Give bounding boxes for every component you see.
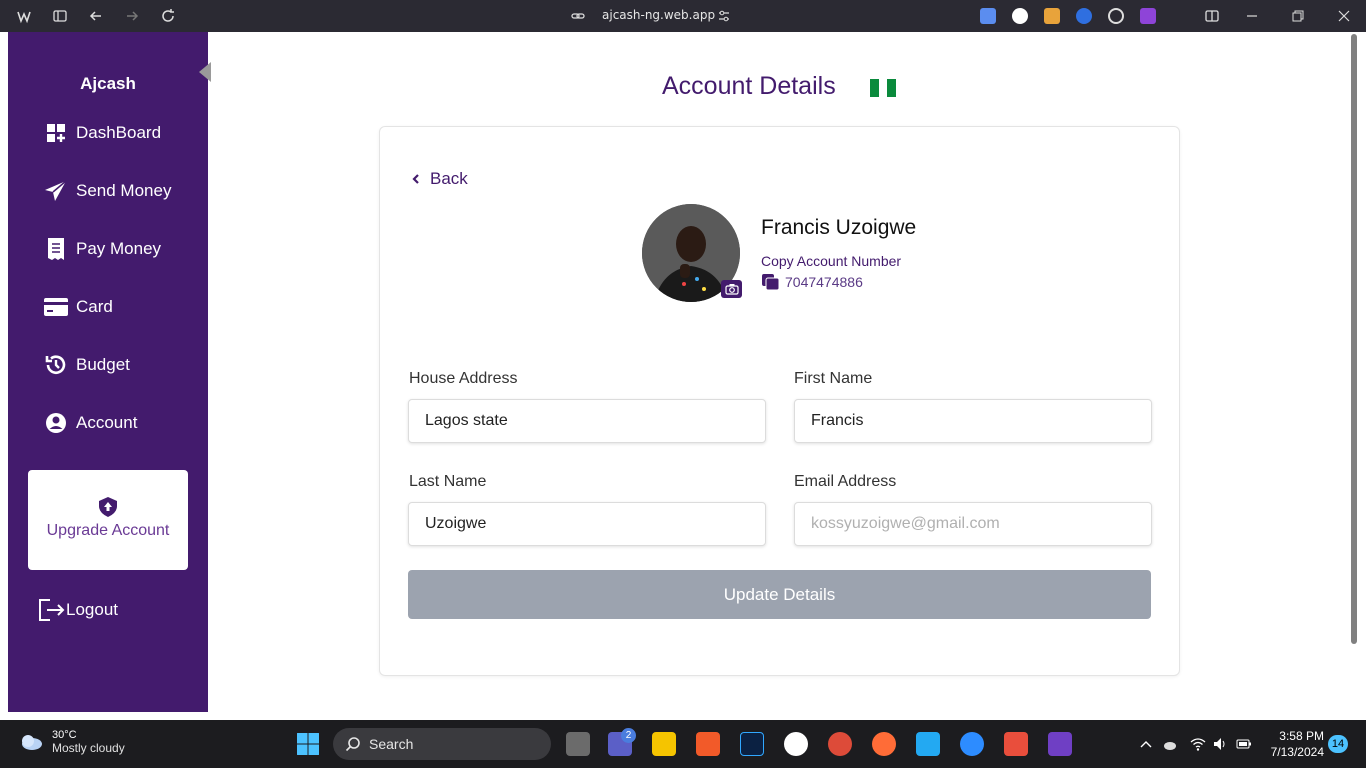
shield-upgrade-icon (99, 497, 117, 517)
cloud-icon (22, 735, 42, 750)
last-name-field[interactable] (408, 502, 766, 546)
vscode-icon[interactable] (916, 732, 940, 756)
minimize-icon[interactable] (1244, 8, 1260, 24)
sidebar-item-label: Card (76, 297, 113, 316)
copy-icon[interactable] (761, 273, 781, 291)
extension-doc-icon[interactable] (980, 8, 996, 24)
browser-logo-icon[interactable] (16, 8, 32, 24)
split-view-icon[interactable] (1204, 8, 1220, 24)
sidebar-item-account[interactable]: Account (44, 408, 137, 438)
account-number-value: 7047474886 (785, 274, 863, 290)
mongodb-icon[interactable] (784, 732, 808, 756)
last-name-label: Last Name (409, 473, 487, 490)
dashboard-icon (44, 121, 68, 145)
back-link[interactable]: Back (410, 169, 468, 189)
email-address-label: Email Address (794, 473, 897, 490)
upgrade-account-label: Upgrade Account (46, 522, 170, 539)
nigeria-flag-icon (870, 79, 897, 97)
house-address-field[interactable] (408, 399, 766, 443)
sidebar-toggle-icon[interactable] (52, 8, 68, 24)
brave-icon[interactable] (696, 732, 720, 756)
chrome-icon[interactable] (828, 732, 852, 756)
date: 7/13/2024 (1270, 745, 1324, 759)
search-label: Search (369, 736, 414, 752)
close-icon[interactable] (1336, 8, 1352, 24)
zoom-icon[interactable] (960, 732, 984, 756)
extension-target-icon[interactable] (1108, 8, 1124, 24)
back-label: Back (430, 169, 468, 188)
sidebar-item-label: Send Money (76, 181, 172, 200)
photoshop-icon[interactable] (740, 732, 764, 756)
history-icon (44, 353, 68, 377)
extension-purple-icon[interactable] (1140, 8, 1156, 24)
user-circle-icon (44, 411, 68, 435)
address-bar[interactable]: ajcash-ng.web.app (602, 8, 715, 22)
extension-blue-icon[interactable] (1076, 8, 1092, 24)
taskbar: 30°C Mostly cloudy Search 2 3:58 PM 7/13… (0, 720, 1366, 768)
page-title: Account Details (662, 72, 836, 100)
profile-name: Francis Uzoigwe (761, 216, 917, 239)
link-icon (571, 13, 585, 19)
task-view-icon[interactable] (566, 732, 590, 756)
email-field[interactable] (794, 502, 1152, 546)
update-details-button[interactable]: Update Details (408, 570, 1151, 619)
browser-toolbar: ajcash-ng.web.app (0, 0, 1366, 32)
temperature: 30°C (52, 729, 77, 741)
sidebar-item-label: DashBoard (76, 123, 162, 142)
notification-badge[interactable]: 14 (1328, 735, 1348, 753)
chevron-left-icon (412, 174, 419, 184)
extension-drive-icon[interactable] (1044, 8, 1060, 24)
sidebar-item-send-money[interactable]: Send Money (44, 176, 171, 206)
page-scrollbar[interactable] (1350, 32, 1358, 712)
onedrive-icon[interactable] (1162, 736, 1178, 752)
credit-card-icon (44, 295, 68, 319)
chevron-up-icon[interactable] (1138, 736, 1154, 752)
account-number: 7047474886 (761, 273, 863, 291)
battery-icon[interactable] (1236, 736, 1252, 752)
logout-label: Logout (66, 600, 118, 619)
copy-account-number-link[interactable]: Copy Account Number (761, 253, 901, 269)
sidebar-item-pay-money[interactable]: Pay Money (44, 234, 161, 264)
sidebar-item-label: Budget (76, 355, 130, 374)
paper-plane-icon (44, 179, 68, 203)
postman-icon[interactable] (872, 732, 896, 756)
time: 3:58 PM (1279, 729, 1324, 743)
search-icon (345, 737, 360, 752)
collapse-sidebar-icon[interactable] (199, 62, 211, 82)
volume-icon[interactable] (1212, 736, 1228, 752)
windows-start-icon[interactable] (296, 732, 320, 756)
back-arrow-icon[interactable] (88, 8, 104, 24)
git-icon[interactable] (1004, 732, 1028, 756)
upgrade-account-card[interactable]: Upgrade Account (28, 470, 188, 570)
sidebar-item-budget[interactable]: Budget (44, 350, 130, 380)
system-clock[interactable]: 3:58 PM 7/13/2024 (1268, 728, 1324, 760)
house-address-label: House Address (409, 370, 518, 387)
sidebar-item-dashboard[interactable]: DashBoard (44, 118, 161, 148)
active-browser-icon[interactable] (1048, 732, 1072, 756)
sidebar-item-label: Account (76, 413, 138, 432)
weather-condition: Mostly cloudy (52, 741, 125, 755)
sidebar: Ajcash DashBoard Send Money Pay Money Ca… (8, 32, 211, 712)
logout-button[interactable]: Logout (38, 598, 118, 622)
extension-w-icon[interactable] (1012, 8, 1028, 24)
sidebar-item-label: Pay Money (76, 239, 162, 258)
receipt-icon (44, 237, 68, 261)
taskbar-search[interactable]: Search (333, 728, 551, 760)
account-details-card: Back Francis Uzoigwe Copy Account Number… (379, 126, 1180, 676)
teams-badge: 2 (621, 728, 636, 743)
first-name-field[interactable] (794, 399, 1152, 443)
file-explorer-icon[interactable] (652, 732, 676, 756)
brand-name: Ajcash (80, 74, 136, 93)
restore-icon[interactable] (1290, 8, 1306, 24)
sidebar-item-card[interactable]: Card (44, 292, 113, 322)
change-photo-camera-icon[interactable] (721, 280, 742, 298)
site-settings-icon[interactable] (716, 8, 732, 24)
weather-widget[interactable]: 30°C Mostly cloudy (18, 729, 125, 755)
wifi-icon[interactable] (1190, 736, 1206, 752)
first-name-label: First Name (794, 370, 873, 387)
reload-icon[interactable] (160, 8, 176, 24)
forward-arrow-icon[interactable] (124, 8, 140, 24)
logout-icon (39, 599, 65, 621)
